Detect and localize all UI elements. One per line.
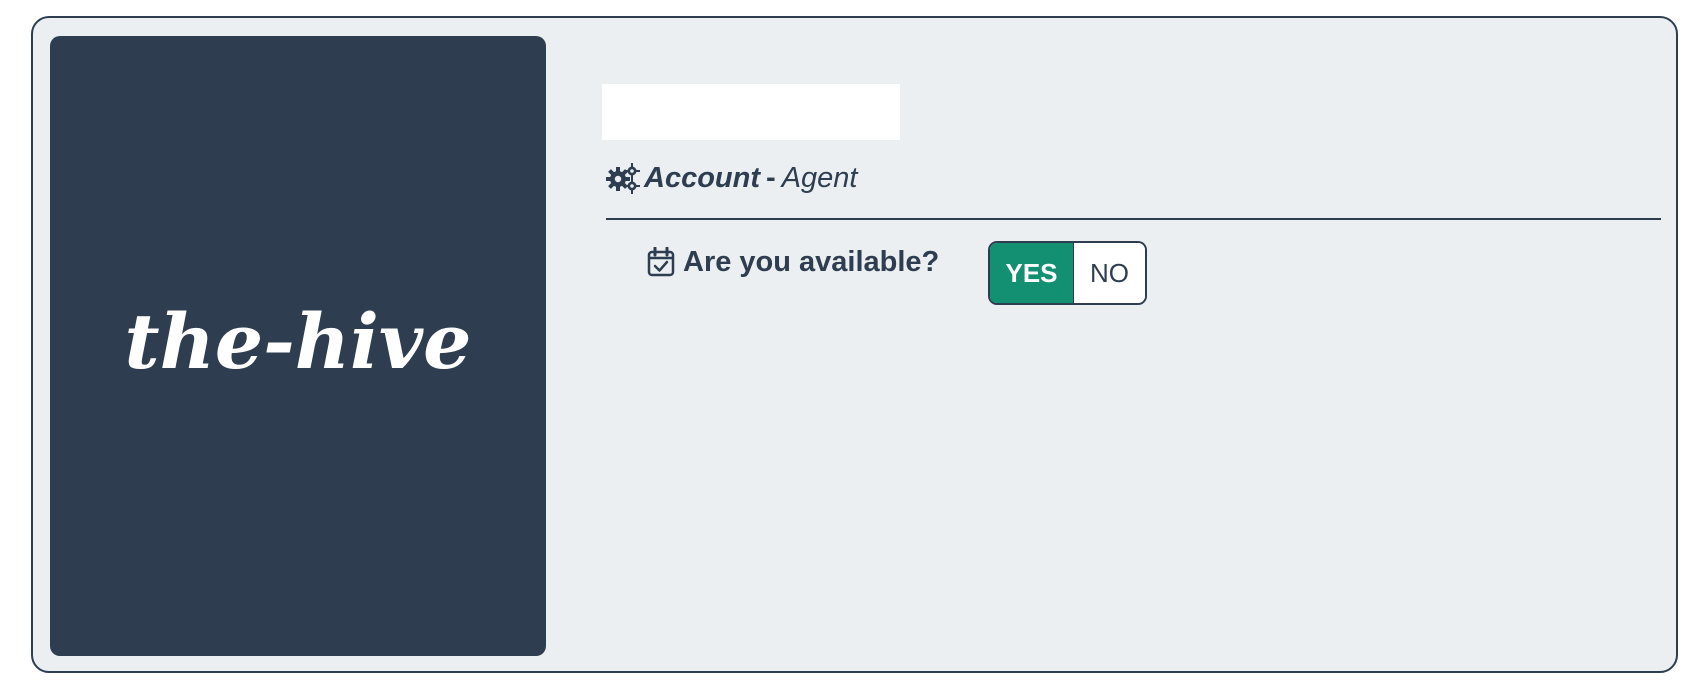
availability-row: Are you available?: [647, 244, 939, 280]
account-name-field: [602, 84, 900, 140]
availability-yes-button[interactable]: YES: [990, 243, 1073, 303]
availability-question: Are you available?: [683, 245, 940, 278]
account-role: Agent: [781, 161, 858, 194]
brand-logo-panel: the-hive: [50, 36, 546, 656]
svg-text:the-hive: the-hive: [125, 297, 472, 386]
account-heading: Account - Agent: [606, 158, 857, 198]
section-divider: [606, 218, 1661, 220]
calendar-check-icon: [647, 247, 675, 277]
heading-separator: -: [766, 161, 776, 194]
availability-toggle[interactable]: YES NO: [988, 241, 1147, 305]
the-hive-logo: the-hive: [125, 297, 472, 386]
gears-icon: [606, 163, 640, 194]
account-label: Account: [644, 161, 760, 194]
availability-no-button[interactable]: NO: [1073, 243, 1145, 303]
